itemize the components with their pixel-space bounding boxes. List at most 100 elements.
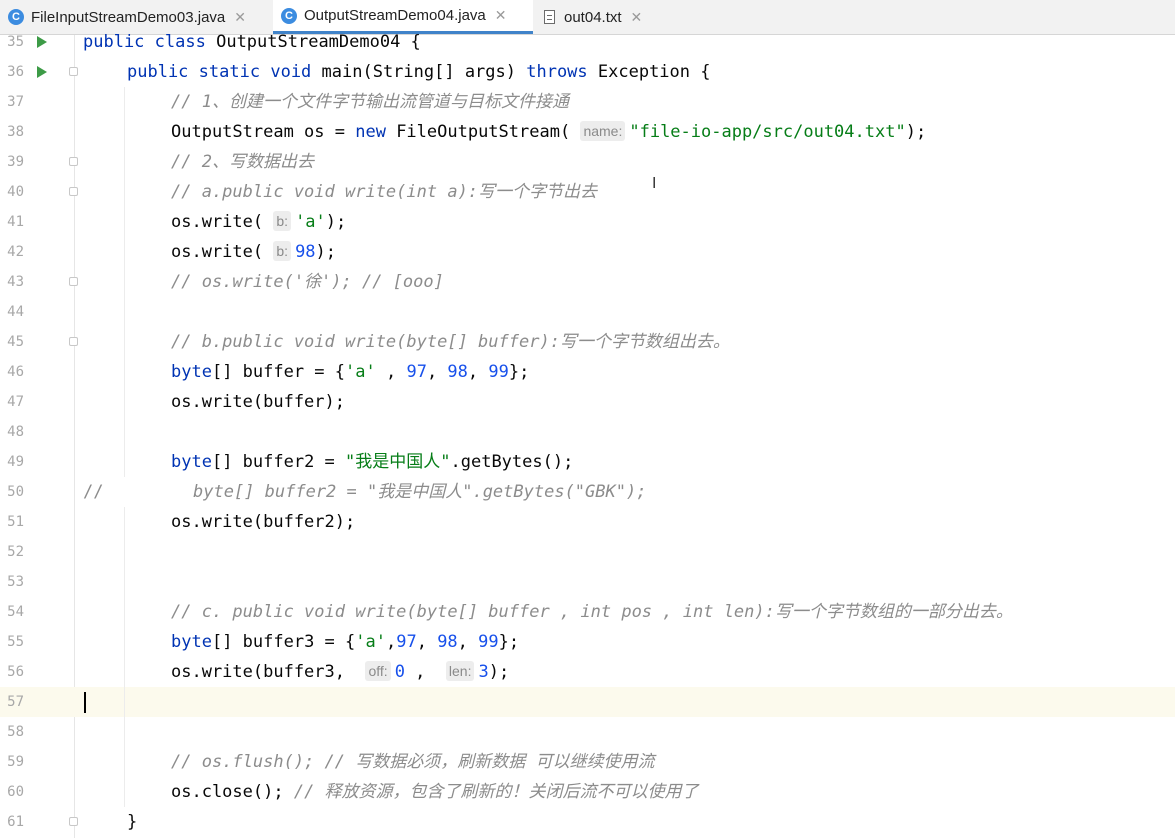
- code-line: 38 OutputStream os = new FileOutputStrea…: [0, 117, 1175, 147]
- code-text: OutputStream os = new FileOutputStream( …: [171, 121, 927, 142]
- code-text: byte[] buffer3 = {'a',97, 98, 99};: [171, 632, 520, 652]
- line-number: 38: [7, 124, 24, 140]
- code-comment: byte[] buffer2 = "我是中国人".getBytes("GBK")…: [193, 482, 647, 502]
- line-number: 52: [7, 544, 24, 560]
- code-comment: // os.write('徐'); // [ooo]: [171, 272, 444, 292]
- code-text: public static void main(String[] args) t…: [127, 62, 711, 82]
- code-line: 55 byte[] buffer3 = {'a',97, 98, 99};: [0, 627, 1175, 657]
- line-number: 35: [7, 34, 24, 50]
- line-number: 41: [7, 214, 24, 230]
- fold-marker-icon[interactable]: [69, 277, 78, 286]
- code-line: 49 byte[] buffer2 = "我是中国人".getBytes();: [0, 447, 1175, 477]
- parameter-hint: name:: [580, 121, 626, 141]
- parameter-hint: b:: [273, 211, 292, 231]
- line-number: 42: [7, 244, 24, 260]
- code-line: 40 // a.public void write(int a):写一个字节出去: [0, 177, 1175, 207]
- close-icon[interactable]: ✕: [234, 9, 246, 26]
- run-gutter-icon[interactable]: [37, 66, 47, 78]
- code-comment: // os.flush(); // 写数据必须，刷新数据 可以继续使用流: [171, 752, 655, 772]
- line-number: 53: [7, 574, 24, 590]
- code-line: 39 // 2、写数据出去: [0, 147, 1175, 177]
- code-line: 37 // 1、创建一个文件字节输出流管道与目标文件接通: [0, 87, 1175, 117]
- code-line: 50 // byte[] buffer2 = "我是中国人".getBytes(…: [0, 477, 1175, 507]
- line-number: 46: [7, 364, 24, 380]
- code-line: 42 os.write( b: 98);: [0, 237, 1175, 267]
- line-number: 50: [7, 484, 24, 500]
- code-line: 58: [0, 717, 1175, 747]
- line-number: 61: [7, 814, 24, 830]
- code-line: 41 os.write( b:'a');: [0, 207, 1175, 237]
- code-line: 35 public class OutputStreamDemo04 {: [0, 27, 1175, 57]
- code-text: byte[] buffer2 = "我是中国人".getBytes();: [171, 452, 574, 472]
- code-text: public class OutputStreamDemo04 {: [83, 32, 421, 52]
- code-text: os.close(); // 释放资源，包含了刷新的！关闭后流不可以使用了: [171, 782, 699, 802]
- code-line-current[interactable]: 57: [0, 687, 1175, 717]
- java-class-icon: C: [281, 7, 297, 24]
- code-line: 45 // b.public void write(byte[] buffer)…: [0, 327, 1175, 357]
- code-text: byte[] buffer = {'a' , 97, 98, 99};: [171, 362, 530, 382]
- close-icon[interactable]: ✕: [495, 7, 507, 24]
- parameter-hint: b:: [273, 241, 292, 261]
- code-text: os.write( b: 98);: [171, 241, 337, 262]
- code-editor[interactable]: 35 public class OutputStreamDemo04 { 36 …: [0, 32, 1175, 838]
- code-line: 60 os.close(); // 释放资源，包含了刷新的！关闭后流不可以使用了: [0, 777, 1175, 807]
- code-line: 36 public static void main(String[] args…: [0, 57, 1175, 87]
- line-number: 49: [7, 454, 24, 470]
- comment-prefix: //: [83, 482, 104, 502]
- code-text: os.write( b:'a');: [171, 211, 347, 232]
- java-class-icon: C: [8, 9, 24, 25]
- mouse-ibeam-cursor-icon: I: [652, 174, 657, 192]
- line-number: 58: [7, 724, 24, 740]
- code-line: 47 os.write(buffer);: [0, 387, 1175, 417]
- line-number: 56: [7, 664, 24, 680]
- code-line: 53: [0, 567, 1175, 597]
- fold-marker-icon[interactable]: [69, 157, 78, 166]
- line-number: 60: [7, 784, 24, 800]
- code-text: }: [127, 812, 138, 832]
- code-comment: // 1、创建一个文件字节输出流管道与目标文件接通: [171, 92, 569, 112]
- line-number: 48: [7, 424, 24, 440]
- code-line: 59 // os.flush(); // 写数据必须，刷新数据 可以继续使用流: [0, 747, 1175, 777]
- parameter-hint: off:: [365, 661, 391, 681]
- tab-label: out04.txt: [564, 8, 622, 26]
- tab-label: FileInputStreamDemo03.java: [31, 8, 226, 26]
- line-number: 55: [7, 634, 24, 650]
- fold-marker-icon[interactable]: [69, 67, 78, 76]
- code-line: 43 // os.write('徐'); // [ooo]: [0, 267, 1175, 297]
- code-line: 44: [0, 297, 1175, 327]
- line-number: 43: [7, 274, 24, 290]
- code-line: 48: [0, 417, 1175, 447]
- text-file-icon: [544, 10, 555, 24]
- tab-label: OutputStreamDemo04.java: [304, 7, 486, 24]
- code-line: 56 os.write(buffer3, off: 0 , len: 3);: [0, 657, 1175, 687]
- line-number: 36: [7, 64, 24, 80]
- line-number: 37: [7, 94, 24, 110]
- line-number: 51: [7, 514, 24, 530]
- line-number: 40: [7, 184, 24, 200]
- code-line: 52: [0, 537, 1175, 567]
- code-text: os.write(buffer2);: [171, 512, 356, 532]
- code-comment: // b.public void write(byte[] buffer):写一…: [171, 332, 730, 352]
- fold-marker-icon[interactable]: [69, 187, 78, 196]
- line-number: 59: [7, 754, 24, 770]
- text-caret: [84, 692, 86, 713]
- code-line: 46 byte[] buffer = {'a' , 97, 98, 99};: [0, 357, 1175, 387]
- code-text: os.write(buffer3, off: 0 , len: 3);: [171, 661, 510, 682]
- code-comment: // a.public void write(int a):写一个字节出去: [171, 182, 598, 202]
- run-gutter-icon[interactable]: [37, 36, 47, 48]
- parameter-hint: len:: [445, 661, 475, 681]
- code-text: os.write(buffer);: [171, 392, 345, 412]
- line-number: 44: [7, 304, 24, 320]
- fold-marker-icon[interactable]: [69, 817, 78, 826]
- line-number: 54: [7, 604, 24, 620]
- code-comment: // 2、写数据出去: [171, 152, 314, 172]
- code-line: 51 os.write(buffer2);: [0, 507, 1175, 537]
- code-line: 61 }: [0, 807, 1175, 837]
- code-comment: // c. public void write(byte[] buffer , …: [171, 602, 1013, 622]
- line-number: 57: [7, 694, 24, 710]
- code-line: 54 // c. public void write(byte[] buffer…: [0, 597, 1175, 627]
- line-number: 47: [7, 394, 24, 410]
- close-icon[interactable]: ✕: [631, 9, 643, 26]
- line-number: 39: [7, 154, 24, 170]
- fold-marker-icon[interactable]: [69, 337, 78, 346]
